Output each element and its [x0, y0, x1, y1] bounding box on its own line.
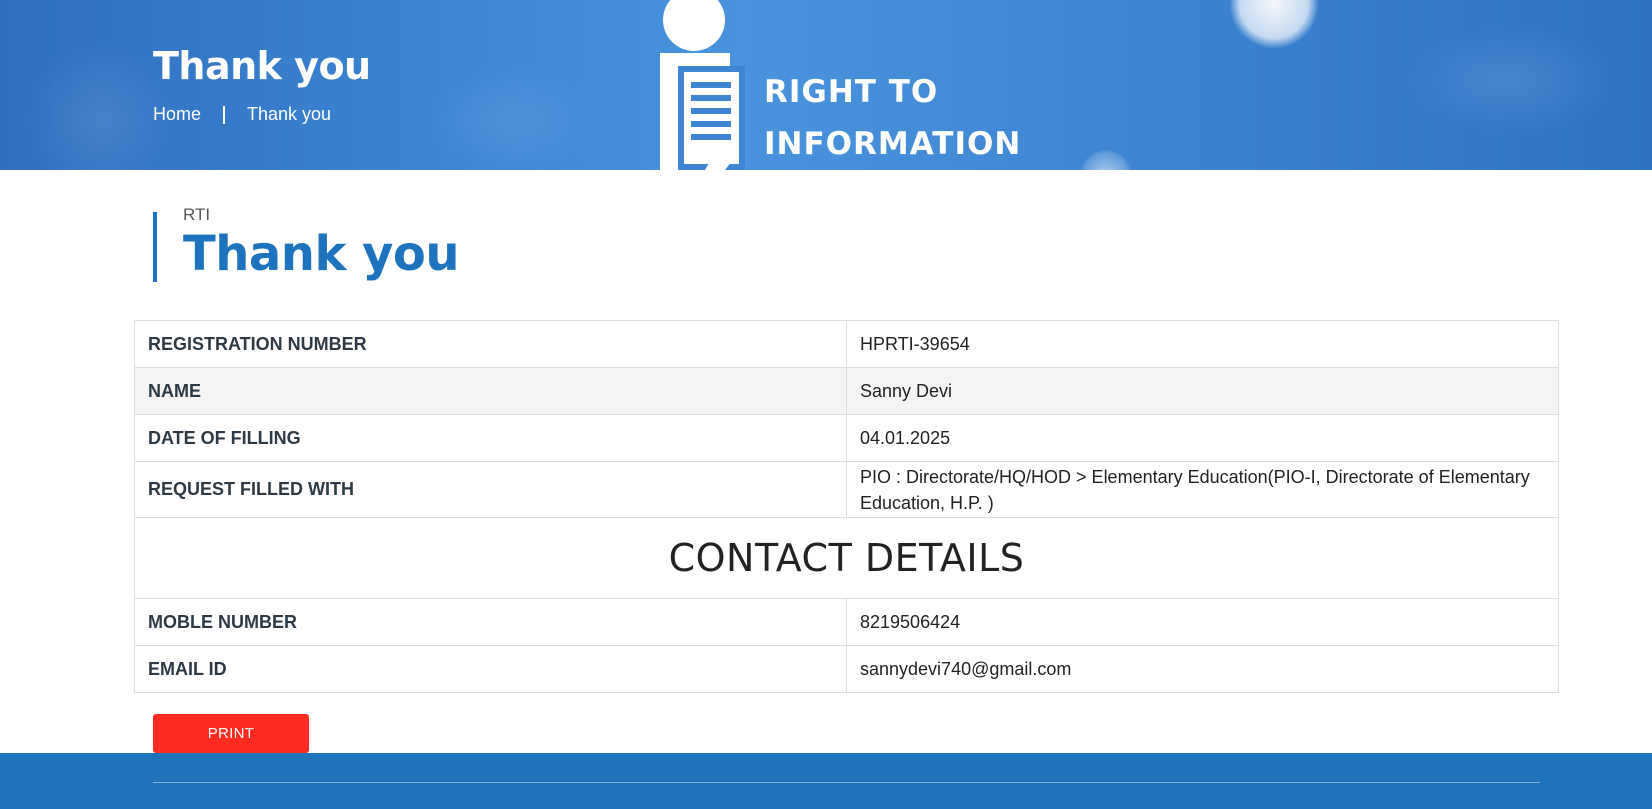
table-row: NAME Sanny Devi [134, 367, 1559, 415]
email-id-value: sannydevi740@gmail.com [846, 645, 1559, 693]
date-of-filling-label: DATE OF FILLING [134, 414, 847, 462]
bokeh-decoration [420, 60, 600, 170]
table-row: REQUEST FILLED WITH PIO : Directorate/HQ… [134, 461, 1559, 518]
section-heading: RTI Thank you [153, 205, 460, 282]
mobile-number-label: MOBLE NUMBER [134, 598, 847, 646]
table-row: REGISTRATION NUMBER HPRTI-39654 [134, 320, 1559, 368]
bokeh-decoration [1400, 20, 1620, 140]
name-value: Sanny Devi [846, 367, 1559, 415]
date-of-filling-value: 04.01.2025 [846, 414, 1559, 462]
contact-details-heading: CONTACT DETAILS [134, 517, 1559, 599]
bokeh-decoration [1230, 0, 1318, 48]
footer [0, 753, 1652, 809]
email-id-label: EMAIL ID [134, 645, 847, 693]
breadcrumb-home-link[interactable]: Home [153, 104, 201, 125]
rti-logo-text-line2: INFORMATION [764, 126, 1022, 162]
rti-details-table: REGISTRATION NUMBER HPRTI-39654 NAME San… [134, 320, 1559, 693]
footer-divider [153, 782, 1540, 783]
request-filled-with-value: PIO : Directorate/HQ/HOD > Elementary Ed… [846, 461, 1559, 518]
bokeh-decoration [1080, 150, 1132, 170]
rti-logo-text-line1: RIGHT TO [764, 74, 939, 110]
request-filled-with-label: REQUEST FILLED WITH [134, 461, 847, 518]
table-row: CONTACT DETAILS [134, 517, 1559, 599]
table-row: EMAIL ID sannydevi740@gmail.com [134, 645, 1559, 693]
breadcrumb-current: Thank you [247, 104, 332, 124]
section-title: Thank you [183, 226, 460, 282]
table-row: DATE OF FILLING 04.01.2025 [134, 414, 1559, 462]
registration-number-label: REGISTRATION NUMBER [134, 320, 847, 368]
name-label: NAME [134, 367, 847, 415]
hero-banner: Thank you Home Thank you RIGHT TO INFORM… [0, 0, 1652, 170]
registration-number-value: HPRTI-39654 [846, 320, 1559, 368]
breadcrumb-separator [223, 105, 226, 124]
print-button[interactable]: PRINT [153, 714, 309, 753]
table-row: MOBLE NUMBER 8219506424 [134, 598, 1559, 646]
mobile-number-value: 8219506424 [846, 598, 1559, 646]
section-subtitle: RTI [183, 205, 211, 224]
breadcrumb: Home Thank you [153, 104, 331, 125]
hero-title: Thank you [153, 44, 371, 88]
